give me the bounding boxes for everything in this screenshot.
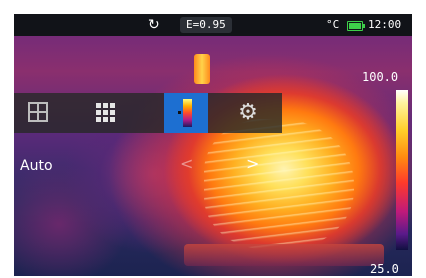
motor-coil-hotspot	[204, 119, 354, 249]
motor-shaft-hotspot	[194, 54, 210, 84]
battery-icon	[347, 21, 365, 31]
clock-time: 12:00	[368, 18, 402, 31]
split-view-icon	[28, 102, 48, 122]
status-bar: ↻ E=0.95 °C 12:00	[14, 14, 412, 36]
settings-gear-icon: ⚙	[238, 100, 258, 125]
scale-min-temperature: 25.0	[370, 262, 399, 276]
motor-base	[184, 244, 384, 266]
color-palette-icon	[178, 99, 194, 127]
menu-item-color-palette[interactable]	[164, 93, 208, 133]
palette-mode-value: Auto	[20, 158, 53, 174]
grid-icon	[96, 103, 116, 123]
menu-item-split-view[interactable]	[16, 93, 60, 133]
temperature-unit: °C	[326, 18, 340, 31]
previous-option-button[interactable]: <	[180, 154, 193, 173]
scale-max-temperature: 100.0	[362, 70, 399, 84]
next-option-button[interactable]: >	[246, 154, 259, 173]
mode-menu: ⚙	[14, 93, 282, 133]
menu-item-grid[interactable]	[84, 93, 128, 133]
thermal-camera-screen: ↻ E=0.95 °C 12:00 ⚙ Auto < > 100.0 25.0	[14, 14, 412, 276]
refresh-icon[interactable]: ↻	[148, 16, 164, 34]
emissivity-readout[interactable]: E=0.95	[180, 17, 232, 33]
menu-item-settings[interactable]: ⚙	[226, 93, 270, 133]
temperature-color-scale	[396, 90, 408, 250]
